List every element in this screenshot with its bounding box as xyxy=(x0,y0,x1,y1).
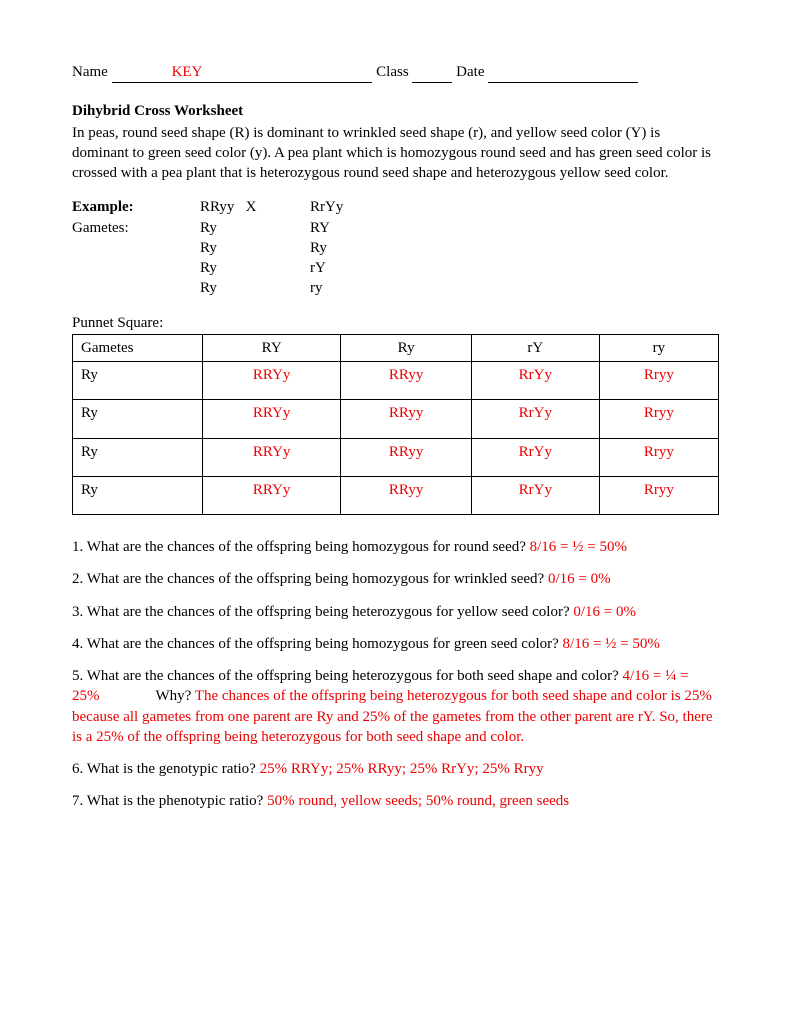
punnett-cell: Rryy xyxy=(599,362,718,400)
punnett-col-head: Ry xyxy=(341,334,472,361)
punnett-cell: RRyy xyxy=(341,400,472,438)
question-5: 5. What are the chances of the offspring… xyxy=(72,666,719,747)
punnett-cell: RRyy xyxy=(341,362,472,400)
table-row: Ry RRYy RRyy RrYy Rryy xyxy=(73,438,719,476)
punnett-col-head: rY xyxy=(471,334,599,361)
example-block: Example: Gametes: RRyy X Ry Ry Ry Ry RrY… xyxy=(72,197,719,298)
example-col1-row: RRyy X xyxy=(200,197,310,217)
question-text: 1. What are the chances of the offspring… xyxy=(72,539,530,555)
name-blank-left xyxy=(112,62,172,83)
punnett-cell: Rryy xyxy=(599,476,718,514)
punnett-cell: RrYy xyxy=(471,438,599,476)
question-answer: 0/16 = 0% xyxy=(573,604,636,620)
question-answer: 25% RRYy; 25% RRyy; 25% RrYy; 25% Rryy xyxy=(260,761,544,777)
punnett-cell: Rryy xyxy=(599,400,718,438)
punnett-cell: RrYy xyxy=(471,476,599,514)
punnett-row-label: Ry xyxy=(73,400,203,438)
example-col2-row: Ry xyxy=(310,238,390,258)
class-label: Class xyxy=(376,64,409,80)
gametes-label: Gametes: xyxy=(72,218,200,238)
punnett-corner: Gametes xyxy=(73,334,203,361)
question-text: 2. What are the chances of the offspring… xyxy=(72,571,548,587)
intro-paragraph: In peas, round seed shape (R) is dominan… xyxy=(72,123,719,184)
example-col2-row: ry xyxy=(310,278,390,298)
punnett-cell: RRYy xyxy=(203,362,341,400)
question-text: 3. What are the chances of the offspring… xyxy=(72,604,573,620)
table-row: Ry RRYy RRyy RrYy Rryy xyxy=(73,400,719,438)
punnett-row-label: Ry xyxy=(73,476,203,514)
example-col1-row: Ry xyxy=(200,218,310,238)
table-row: Ry RRYy RRyy RrYy Rryy xyxy=(73,362,719,400)
example-col1: RRyy X Ry Ry Ry Ry xyxy=(200,197,310,298)
question-text: 6. What is the genotypic ratio? xyxy=(72,761,260,777)
question-text: 5. What are the chances of the offspring… xyxy=(72,668,623,684)
question-4: 4. What are the chances of the offspring… xyxy=(72,634,719,654)
why-label: Why? xyxy=(156,688,195,704)
punnett-cell: RrYy xyxy=(471,400,599,438)
punnett-cell: RRYy xyxy=(203,476,341,514)
worksheet-title: Dihybrid Cross Worksheet xyxy=(72,101,719,121)
class-blank xyxy=(412,62,452,83)
question-answer: 8/16 = ½ = 50% xyxy=(563,636,660,652)
date-label: Date xyxy=(456,64,484,80)
example-col1-row: Ry xyxy=(200,238,310,258)
question-3: 3. What are the chances of the offspring… xyxy=(72,602,719,622)
question-answer: 8/16 = ½ = 50% xyxy=(530,539,627,555)
punnett-cell: RRYy xyxy=(203,438,341,476)
example-col2: RrYy RY Ry rY ry xyxy=(310,197,390,298)
date-blank xyxy=(488,62,638,83)
punnett-square: Gametes RY Ry rY ry Ry RRYy RRyy RrYy Rr… xyxy=(72,334,719,515)
name-label: Name xyxy=(72,64,108,80)
example-label: Example: xyxy=(72,197,200,217)
example-col2-row: rY xyxy=(310,258,390,278)
table-row: Ry RRYy RRyy RrYy Rryy xyxy=(73,476,719,514)
name-blank-right xyxy=(202,62,372,83)
question-text: 7. What is the phenotypic ratio? xyxy=(72,793,267,809)
punnett-cell: RrYy xyxy=(471,362,599,400)
punnett-label: Punnet Square: xyxy=(72,313,719,333)
question-text: 4. What are the chances of the offspring… xyxy=(72,636,563,652)
punnett-col-head: ry xyxy=(599,334,718,361)
question-2: 2. What are the chances of the offspring… xyxy=(72,569,719,589)
question-answer: 50% round, yellow seeds; 50% round, gree… xyxy=(267,793,569,809)
question-1: 1. What are the chances of the offspring… xyxy=(72,537,719,557)
punnett-row-label: Ry xyxy=(73,438,203,476)
example-col2-row: RY xyxy=(310,218,390,238)
question-6: 6. What is the genotypic ratio? 25% RRYy… xyxy=(72,759,719,779)
question-answer: 0/16 = 0% xyxy=(548,571,611,587)
example-col1-row: Ry xyxy=(200,258,310,278)
punnett-col-head: RY xyxy=(203,334,341,361)
header-line: Name KEY Class Date xyxy=(72,62,719,83)
example-col1-row: Ry xyxy=(200,278,310,298)
name-value: KEY xyxy=(172,62,203,83)
example-col2-row: RrYy xyxy=(310,197,390,217)
punnett-cell: RRYy xyxy=(203,400,341,438)
question-7: 7. What is the phenotypic ratio? 50% rou… xyxy=(72,791,719,811)
punnett-cell: RRyy xyxy=(341,476,472,514)
punnett-cell: RRyy xyxy=(341,438,472,476)
punnett-row-label: Ry xyxy=(73,362,203,400)
punnett-cell: Rryy xyxy=(599,438,718,476)
